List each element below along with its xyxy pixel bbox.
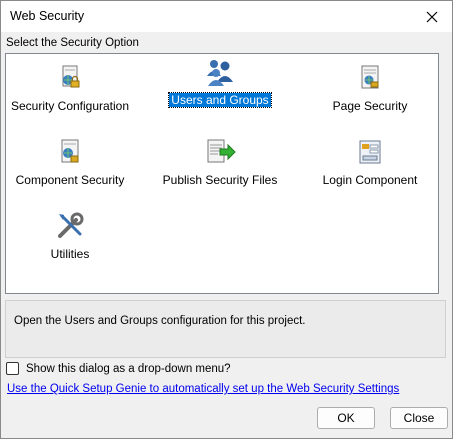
section-label: Select the Security Option <box>6 37 139 49</box>
security-options-list: Security Configuration Users and Groups <box>5 53 439 294</box>
ok-button[interactable]: OK <box>317 407 375 429</box>
option-label: Login Component <box>322 173 418 187</box>
utilities-icon <box>58 212 84 238</box>
close-icon <box>426 11 438 22</box>
dropdown-checkbox-label[interactable]: Show this dialog as a drop-down menu? <box>26 363 231 375</box>
web-security-dialog: Web Security Select the Security Option … <box>0 0 453 439</box>
option-login-component[interactable]: Login Component <box>303 134 437 190</box>
option-security-configuration[interactable]: Security Configuration <box>3 60 137 116</box>
dropdown-checkbox[interactable] <box>6 362 19 375</box>
option-label: Utilities <box>50 247 90 261</box>
close-window-button[interactable] <box>412 1 452 32</box>
option-label: Component Security <box>15 173 125 187</box>
quick-setup-genie-link[interactable]: Use the Quick Setup Genie to automatical… <box>7 383 399 395</box>
component-security-icon <box>61 139 79 163</box>
close-button[interactable]: Close <box>390 407 448 429</box>
description-text: Open the Users and Groups configuration … <box>14 315 306 327</box>
dropdown-option-row[interactable]: Show this dialog as a drop-down menu? <box>6 362 231 375</box>
option-utilities[interactable]: Utilities <box>3 208 137 264</box>
description-panel: Open the Users and Groups configuration … <box>5 300 446 358</box>
option-component-security[interactable]: Component Security <box>3 134 137 190</box>
users-and-groups-icon <box>207 60 233 86</box>
page-security-icon <box>361 65 379 89</box>
option-label: Publish Security Files <box>162 173 278 187</box>
option-label: Security Configuration <box>10 99 130 113</box>
security-configuration-icon <box>62 65 80 88</box>
option-label: Page Security <box>332 99 408 113</box>
publish-security-files-icon <box>207 139 236 163</box>
login-component-icon <box>359 140 381 164</box>
option-page-security[interactable]: Page Security <box>303 60 437 116</box>
option-publish-security-files[interactable]: Publish Security Files <box>153 134 287 190</box>
option-users-and-groups[interactable]: Users and Groups <box>153 54 287 110</box>
option-label: Users and Groups <box>168 92 272 108</box>
title-bar: Web Security <box>1 1 452 32</box>
window-title: Web Security <box>10 9 85 23</box>
